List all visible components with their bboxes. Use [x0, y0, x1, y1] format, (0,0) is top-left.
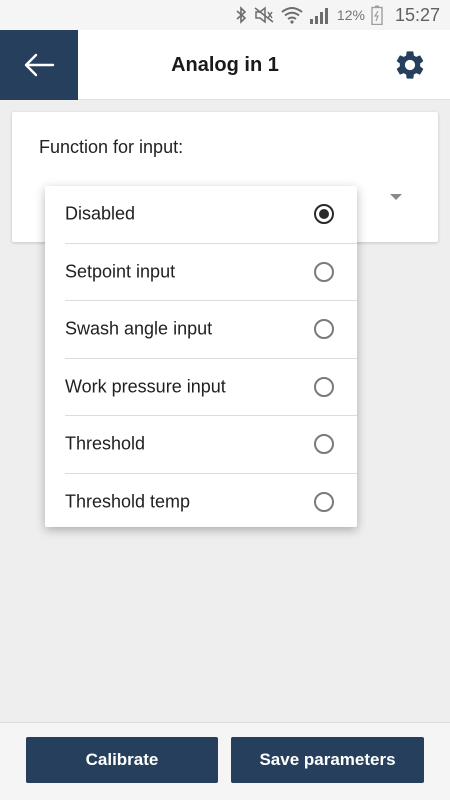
battery-icon [371, 5, 383, 25]
save-parameters-button[interactable]: Save parameters [231, 737, 424, 783]
option-swash-angle-input[interactable]: Swash angle input [45, 301, 357, 359]
option-disabled[interactable]: Disabled [45, 186, 357, 244]
bluetooth-icon [236, 6, 247, 24]
option-work-pressure-input[interactable]: Work pressure input [45, 359, 357, 416]
function-label: Function for input: [39, 137, 184, 157]
option-label: Swash angle input [65, 318, 213, 339]
status-icons: 12% 15:27 [235, 4, 440, 26]
radio-button-selected[interactable] [314, 204, 334, 225]
radio-button[interactable] [314, 434, 334, 455]
settings-button[interactable] [392, 47, 428, 83]
option-threshold-temp[interactable]: Threshold temp [45, 474, 357, 532]
status-time: 15:27 [394, 4, 440, 25]
mute-icon [254, 6, 274, 24]
bottom-action-bar: Calibrate Save parameters [0, 722, 450, 800]
radio-button[interactable] [314, 319, 334, 340]
battery-percent: 12% [336, 7, 365, 23]
option-label: Threshold [65, 433, 146, 454]
back-button[interactable] [0, 30, 78, 100]
option-label: Setpoint input [65, 261, 176, 282]
signal-icon [309, 8, 328, 24]
radio-button[interactable] [314, 492, 334, 513]
function-options-popup: Disabled Setpoint input Swash angle inpu… [45, 186, 357, 527]
option-threshold[interactable]: Threshold [45, 416, 357, 474]
option-label: Threshold temp [65, 491, 191, 512]
page-title: Analog in 1 [171, 54, 279, 76]
wifi-icon [281, 7, 303, 24]
option-label: Work pressure input [65, 376, 226, 397]
app-bar: Analog in 1 [0, 30, 450, 100]
calibrate-button[interactable]: Calibrate [26, 737, 218, 783]
status-bar: 12% 15:27 [0, 0, 450, 30]
arrow-left-icon [24, 53, 55, 77]
gear-icon [396, 51, 424, 79]
radio-button[interactable] [314, 261, 334, 282]
option-label: Disabled [65, 203, 136, 224]
option-setpoint-input[interactable]: Setpoint input [45, 244, 357, 301]
dropdown-arrow-icon[interactable] [390, 194, 402, 200]
radio-button[interactable] [314, 376, 334, 397]
